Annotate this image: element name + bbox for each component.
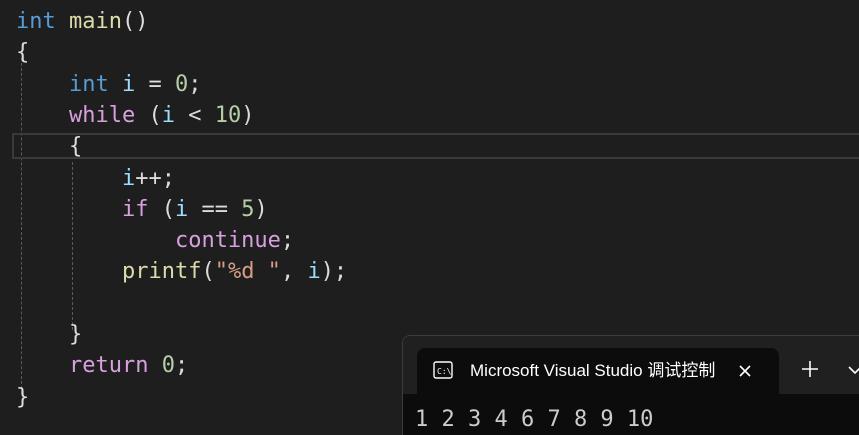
code-token: ): [254, 196, 268, 222]
code-token: return: [68, 353, 149, 379]
code-token: 0: [161, 353, 175, 379]
code-token: int: [16, 9, 56, 34]
code-token: ;: [174, 353, 189, 379]
terminal-tab-title: Microsoft Visual Studio 调试控制台: [470, 361, 716, 380]
code-line: return 0;: [16, 350, 188, 381]
code-line: {: [16, 37, 29, 68]
terminal-tab-strip: C:\ Microsoft Visual Studio 调试控制台: [403, 336, 859, 394]
code-token: (: [201, 259, 215, 285]
code-token: ,: [280, 259, 308, 285]
code-token: while: [68, 102, 136, 128]
code-token: (): [121, 9, 149, 34]
plus-icon[interactable]: [799, 358, 821, 380]
terminal-window[interactable]: C:\ Microsoft Visual Studio 调试控制台 1 2 3 …: [402, 335, 859, 435]
code-line: int i = 0;: [16, 69, 202, 100]
code-token: 5: [241, 196, 255, 222]
code-token: 0: [174, 71, 189, 97]
code-token: }: [16, 384, 30, 410]
code-line: if (i == 5): [16, 194, 268, 225]
code-token: ==: [188, 196, 242, 222]
code-token: i: [161, 102, 175, 128]
close-icon[interactable]: [735, 361, 755, 381]
code-line: continue;: [16, 225, 294, 256]
code-token: printf: [121, 259, 202, 285]
code-token: "%d ": [214, 259, 281, 285]
code-token: int: [68, 71, 109, 97]
code-token: (: [148, 196, 175, 222]
console-icon: C:\: [433, 361, 453, 379]
code-token: main: [69, 9, 122, 34]
code-token: 10: [214, 102, 242, 128]
code-line: }: [16, 319, 82, 350]
code-token: i: [121, 71, 136, 97]
code-token: );: [320, 259, 348, 285]
chevron-down-icon[interactable]: [847, 362, 859, 378]
terminal-tab[interactable]: C:\ Microsoft Visual Studio 调试控制台: [417, 348, 779, 394]
code-line: int main(): [16, 6, 148, 37]
code-token: i: [174, 196, 189, 222]
code-token: i: [307, 259, 321, 285]
code-token: {: [68, 134, 83, 160]
code-token: (: [135, 102, 162, 128]
code-token: i: [121, 165, 136, 191]
code-token: ): [241, 102, 255, 128]
code-token: if: [121, 196, 149, 222]
code-token: <: [174, 102, 215, 128]
current-line-highlight: [12, 133, 859, 159]
terminal-output: 1 2 3 4 6 7 8 9 10: [415, 407, 654, 432]
code-token: {: [16, 40, 30, 66]
code-token: ;: [280, 228, 295, 254]
code-token: ++;: [135, 165, 175, 191]
code-line: }: [16, 382, 29, 413]
svg-text:C:\: C:\: [437, 367, 452, 376]
code-line: {: [16, 131, 82, 162]
code-token: continue: [174, 228, 281, 254]
code-token: ;: [188, 71, 202, 97]
code-line: printf("%d ", i);: [16, 256, 347, 287]
code-line: i++;: [16, 163, 175, 194]
code-token: =: [135, 71, 175, 97]
code-line: while (i < 10): [16, 100, 254, 131]
terminal-body[interactable]: 1 2 3 4 6 7 8 9 10: [403, 394, 859, 435]
code-token: }: [68, 322, 83, 347]
